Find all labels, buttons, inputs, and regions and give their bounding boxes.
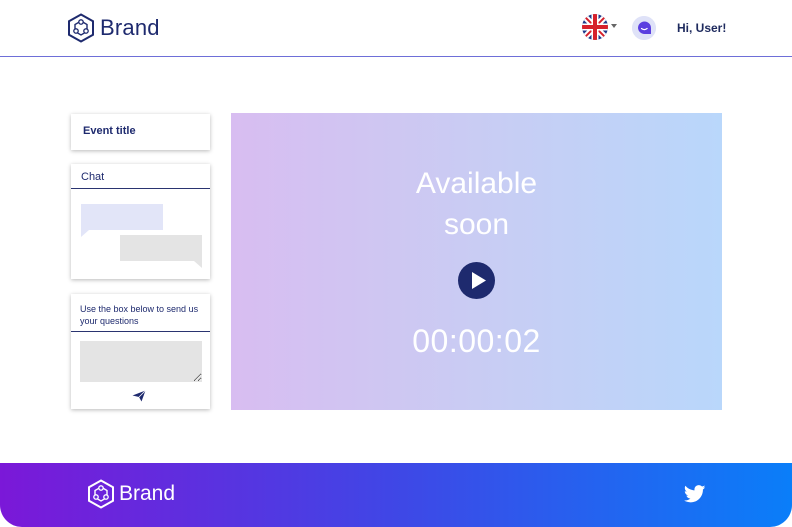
event-title: Event title	[83, 125, 136, 137]
brand-hex-icon	[68, 13, 94, 43]
video-player[interactable]: Available soon 00:00:02	[231, 113, 722, 410]
video-status: Available soon	[231, 163, 722, 245]
chat-title: Chat	[81, 171, 105, 183]
questions-panel: Use the box below to send us your questi…	[71, 294, 210, 409]
questions-prompt: Use the box below to send us your questi…	[80, 304, 199, 326]
top-header: Brand Hi, User!	[0, 0, 792, 57]
video-status-text: Available soon	[415, 167, 538, 241]
footer-brand-name: Brand	[119, 482, 176, 505]
uk-flag-icon[interactable]	[582, 14, 608, 40]
question-input[interactable]	[80, 341, 202, 382]
play-icon	[472, 272, 486, 289]
avatar-icon[interactable]	[632, 16, 656, 40]
chevron-down-icon[interactable]	[611, 24, 617, 28]
questions-divider	[71, 331, 210, 332]
brand-logo[interactable]: Brand	[67, 13, 160, 43]
brand-hex-icon	[88, 479, 114, 509]
page-footer: Brand	[0, 463, 792, 527]
brand-name: Brand	[100, 15, 160, 40]
chat-divider	[71, 188, 210, 189]
event-title-card: Event title	[71, 114, 210, 150]
twitter-icon[interactable]	[683, 485, 706, 503]
send-icon[interactable]	[132, 389, 146, 402]
play-button[interactable]	[458, 262, 495, 299]
chat-bubble-tail	[194, 261, 202, 268]
countdown-timer: 00:00:02	[412, 323, 541, 359]
footer-brand-logo[interactable]: Brand	[87, 479, 175, 509]
chat-bubble-tail	[81, 230, 89, 237]
chat-panel: Chat	[71, 164, 210, 279]
chat-message-outgoing	[120, 235, 202, 261]
user-greeting: Hi, User!	[677, 21, 727, 35]
chat-message-incoming	[81, 204, 163, 230]
